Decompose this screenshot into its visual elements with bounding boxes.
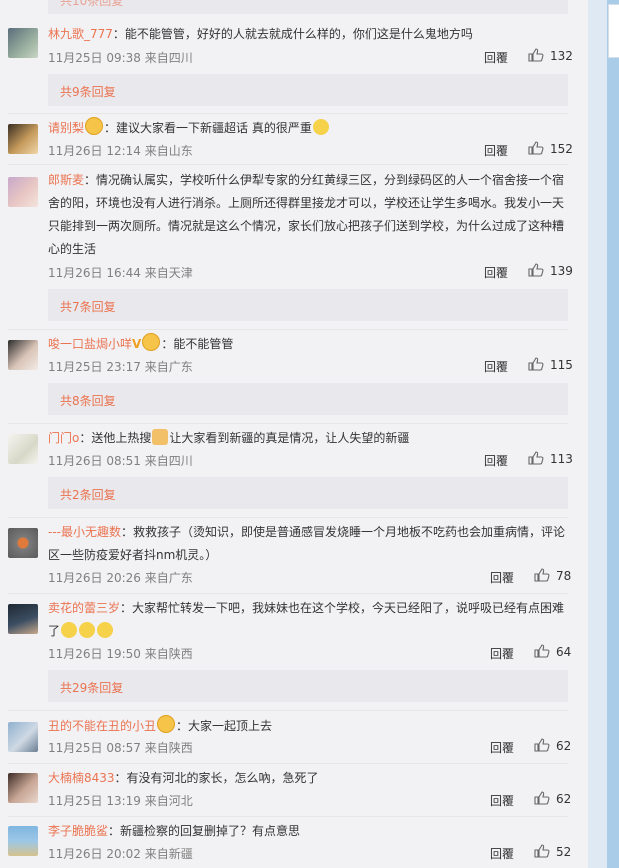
pray-hands-icon <box>152 429 169 445</box>
username[interactable]: 丑的不能在丑的小丑 <box>48 719 156 733</box>
more-replies-button[interactable]: 共8条回复 <box>48 383 568 415</box>
crying-face-icon <box>97 622 114 638</box>
divider <box>8 329 568 330</box>
more-replies-button[interactable]: 共9条回复 <box>48 74 568 106</box>
divider <box>8 113 568 114</box>
reply-button[interactable]: 回覆 <box>490 792 514 809</box>
reply-button[interactable]: 回覆 <box>490 569 514 586</box>
comment-text: 门门o：送他上热搜 让大家看到新疆的真是情况，让人失望的新疆 <box>48 429 410 445</box>
comment-meta: 11月26日 16:44 来自天津 <box>48 266 193 280</box>
comment-meta: 11月26日 20:02 来自新疆 <box>48 847 193 861</box>
side-card <box>608 4 619 58</box>
username[interactable]: 门门o <box>48 431 79 445</box>
comment-text: ---最小无趣数：救救孩子（烫知识，即使是普通感冒发烧睡一个月地板不吃药也会加重… <box>48 525 566 562</box>
reply-button[interactable]: 回覆 <box>490 645 514 662</box>
thumbs-up-icon <box>534 791 550 805</box>
crying-face-icon <box>61 622 78 638</box>
avatar[interactable] <box>8 773 38 803</box>
reply-button[interactable]: 回覆 <box>484 49 508 66</box>
avatar[interactable] <box>8 826 38 856</box>
more-replies-button[interactable]: 共7条回复 <box>48 289 568 321</box>
more-replies-button[interactable]: 共10条回复 <box>48 0 568 14</box>
avatar[interactable] <box>8 604 38 634</box>
comment-meta: 11月25日 13:19 来自河北 <box>48 794 193 808</box>
badge-icon <box>142 333 161 351</box>
thumbs-up-icon <box>534 644 550 658</box>
avatar[interactable] <box>8 177 38 207</box>
avatar[interactable] <box>8 434 38 464</box>
comment-text: 唆一口盐焗小咩V ：能不能管管 <box>48 333 568 356</box>
scroll-strip <box>607 0 619 868</box>
worried-face-icon <box>312 119 329 135</box>
divider <box>8 593 568 594</box>
avatar[interactable] <box>8 722 38 752</box>
thumbs-up-icon <box>528 263 544 277</box>
reply-button[interactable]: 回覆 <box>484 264 508 281</box>
reply-button[interactable]: 回覆 <box>490 845 514 862</box>
more-replies-button[interactable]: 共29条回复 <box>48 670 568 702</box>
divider <box>8 517 568 518</box>
comment-text: 大楠楠8433：有没有河北的家长，怎么吶，急死了 <box>48 771 319 785</box>
comment-meta: 11月25日 23:17 来自广东 <box>48 360 193 374</box>
avatar[interactable] <box>8 340 38 370</box>
avatar[interactable] <box>8 28 38 58</box>
thumbs-up-icon <box>528 48 544 62</box>
username[interactable]: 卖花的蕾三岁 <box>48 601 120 615</box>
comment-meta: 11月26日 08:51 来自四川 <box>48 454 193 468</box>
comment-text: 丑的不能在丑的小丑 ：大家一起顶上去 <box>48 715 568 738</box>
more-replies-button[interactable]: 共2条回复 <box>48 477 568 509</box>
divider <box>8 816 568 817</box>
comment-text: 请别梨 ：建议大家看一下新疆超话 真的很严重 <box>48 117 568 140</box>
comment-list: 共10条回复 林九歌_777：能不能管管，好好的人就去就成什么样的，你们这是什么… <box>0 0 588 868</box>
thumbs-up-icon <box>528 141 544 155</box>
thumbs-up-icon <box>534 844 550 858</box>
avatar[interactable] <box>8 124 38 154</box>
thumbs-up-icon <box>528 357 544 371</box>
thumbs-up-icon <box>534 738 550 752</box>
username[interactable]: 唆一口盐焗小咩 <box>48 337 132 351</box>
username[interactable]: 李子脆脆鲨 <box>48 824 108 838</box>
comment-text: 林九歌_777：能不能管管，好好的人就去就成什么样的，你们这是什么鬼地方吗 <box>48 27 473 41</box>
comment-text: 李子脆脆鲨：新疆检察的回复删掉了？有点意思 <box>48 824 301 838</box>
verified-v-icon: V <box>132 337 142 351</box>
badge-icon <box>85 117 104 135</box>
side-panel <box>588 0 619 868</box>
comment-meta: 11月26日 12:14 来自山东 <box>48 144 193 158</box>
thumbs-up-icon <box>534 568 550 582</box>
reply-button[interactable]: 回覆 <box>484 358 508 375</box>
reply-button[interactable]: 回覆 <box>484 142 508 159</box>
comment-meta: 11月25日 09:38 来自四川 <box>48 51 193 65</box>
badge-icon <box>157 715 176 733</box>
comment-meta: 11月25日 08:57 来自陕西 <box>48 741 193 755</box>
username[interactable]: 大楠楠8433 <box>48 771 115 785</box>
reply-button[interactable]: 回覆 <box>490 739 514 756</box>
comment-meta: 11月26日 20:26 来自广东 <box>48 571 193 585</box>
divider <box>8 763 568 764</box>
comment-meta: 11月26日 19:50 来自陕西 <box>48 647 193 661</box>
reply-button[interactable]: 回覆 <box>484 452 508 469</box>
divider <box>8 164 568 165</box>
divider <box>8 710 568 711</box>
username[interactable]: 请别梨 <box>48 121 84 135</box>
divider <box>8 423 568 424</box>
comment-text: 卖花的蕾三岁：大家帮忙转发一下吧，我妹妹也在这个学校，今天已经阳了，说呼吸已经有… <box>48 601 565 638</box>
avatar[interactable] <box>8 528 38 558</box>
username[interactable]: 林九歌_777 <box>48 27 113 41</box>
username[interactable]: ---最小无趣数 <box>48 525 121 539</box>
comment-text: 郎斯麦：情况确认属实，学校听什么伊犁专家的分红黄绿三区，分到绿码区的人一个宿舍接… <box>48 173 565 256</box>
username[interactable]: 郎斯麦 <box>48 173 84 187</box>
thumbs-up-icon <box>528 451 544 465</box>
crying-face-icon <box>79 622 96 638</box>
